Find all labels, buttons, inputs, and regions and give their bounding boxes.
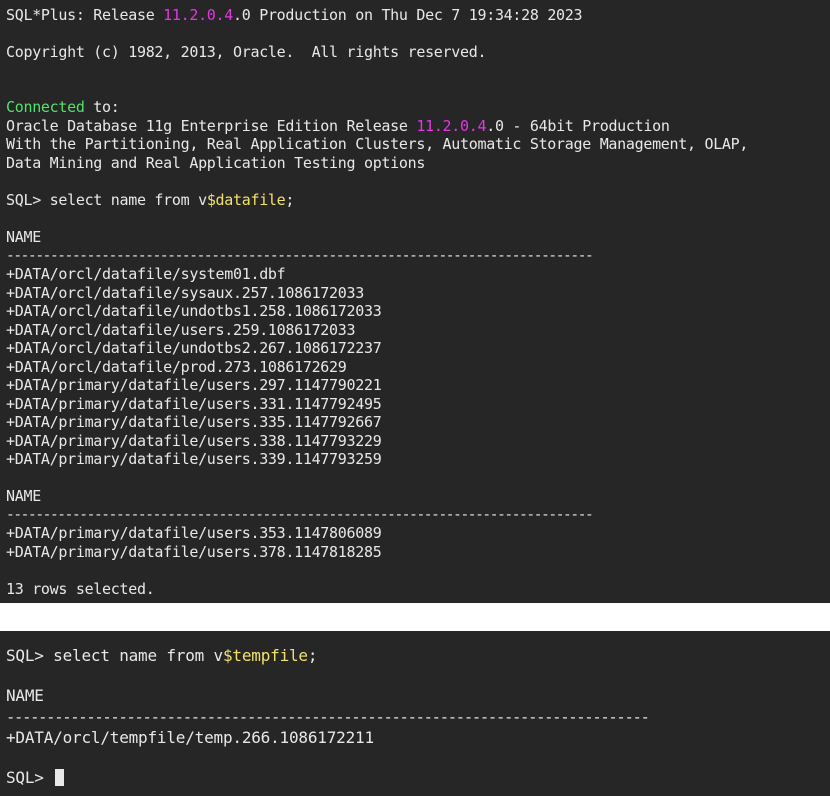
result-row: +DATA/orcl/datafile/users.259.1086172033	[6, 321, 356, 339]
result-row: +DATA/primary/datafile/users.335.1147792…	[6, 413, 382, 431]
rows-selected-summary: 13 rows selected.	[6, 580, 155, 598]
sql-query-line: SQL> select name from v$tempfile;	[6, 646, 318, 665]
copyright-line: Copyright (c) 1982, 2013, Oracle. All ri…	[6, 43, 487, 61]
result-row: +DATA/primary/datafile/users.353.1147806…	[6, 524, 382, 542]
column-header: NAME	[6, 686, 44, 705]
result-row: +DATA/primary/datafile/users.331.1147792…	[6, 395, 382, 413]
connected-line: Connected to:	[6, 98, 120, 116]
sqlplus-terminal-tempfile[interactable]: SQL> select name from v$tempfile; NAME -…	[0, 631, 830, 796]
result-row: +DATA/orcl/datafile/undotbs1.258.1086172…	[6, 302, 382, 320]
sqlplus-terminal-datafile[interactable]: SQL*Plus: Release 11.2.0.4.0 Production …	[0, 0, 830, 603]
options-line-1: With the Partitioning, Real Application …	[6, 135, 749, 153]
column-header: NAME	[6, 487, 41, 505]
result-row: +DATA/orcl/datafile/undotbs2.267.1086172…	[6, 339, 382, 357]
result-row: +DATA/primary/datafile/users.378.1147818…	[6, 543, 382, 561]
sql-prompt: SQL>	[6, 768, 54, 787]
banner-line: SQL*Plus: Release 11.2.0.4.0 Production …	[6, 6, 583, 24]
column-separator: ----------------------------------------…	[6, 708, 650, 726]
result-row: +DATA/primary/datafile/users.339.1147793…	[6, 450, 382, 468]
text-cursor	[55, 769, 65, 786]
sql-prompt-line[interactable]: SQL>	[6, 768, 65, 788]
result-row: +DATA/primary/datafile/users.297.1147790…	[6, 376, 382, 394]
column-separator: ----------------------------------------…	[6, 248, 594, 264]
result-row: +DATA/orcl/datafile/system01.dbf	[6, 265, 286, 283]
result-row: +DATA/orcl/tempfile/temp.266.1086172211	[6, 728, 374, 747]
column-separator: ----------------------------------------…	[6, 507, 594, 523]
db-version-line: Oracle Database 11g Enterprise Edition R…	[6, 117, 670, 135]
options-line-2: Data Mining and Real Application Testing…	[6, 154, 426, 172]
result-row: +DATA/primary/datafile/users.338.1147793…	[6, 432, 382, 450]
result-row: +DATA/orcl/datafile/prod.273.1086172629	[6, 358, 347, 376]
column-header: NAME	[6, 228, 41, 246]
sql-query-line: SQL> select name from v$datafile;	[6, 191, 295, 209]
result-row: +DATA/orcl/datafile/sysaux.257.108617203…	[6, 284, 364, 302]
